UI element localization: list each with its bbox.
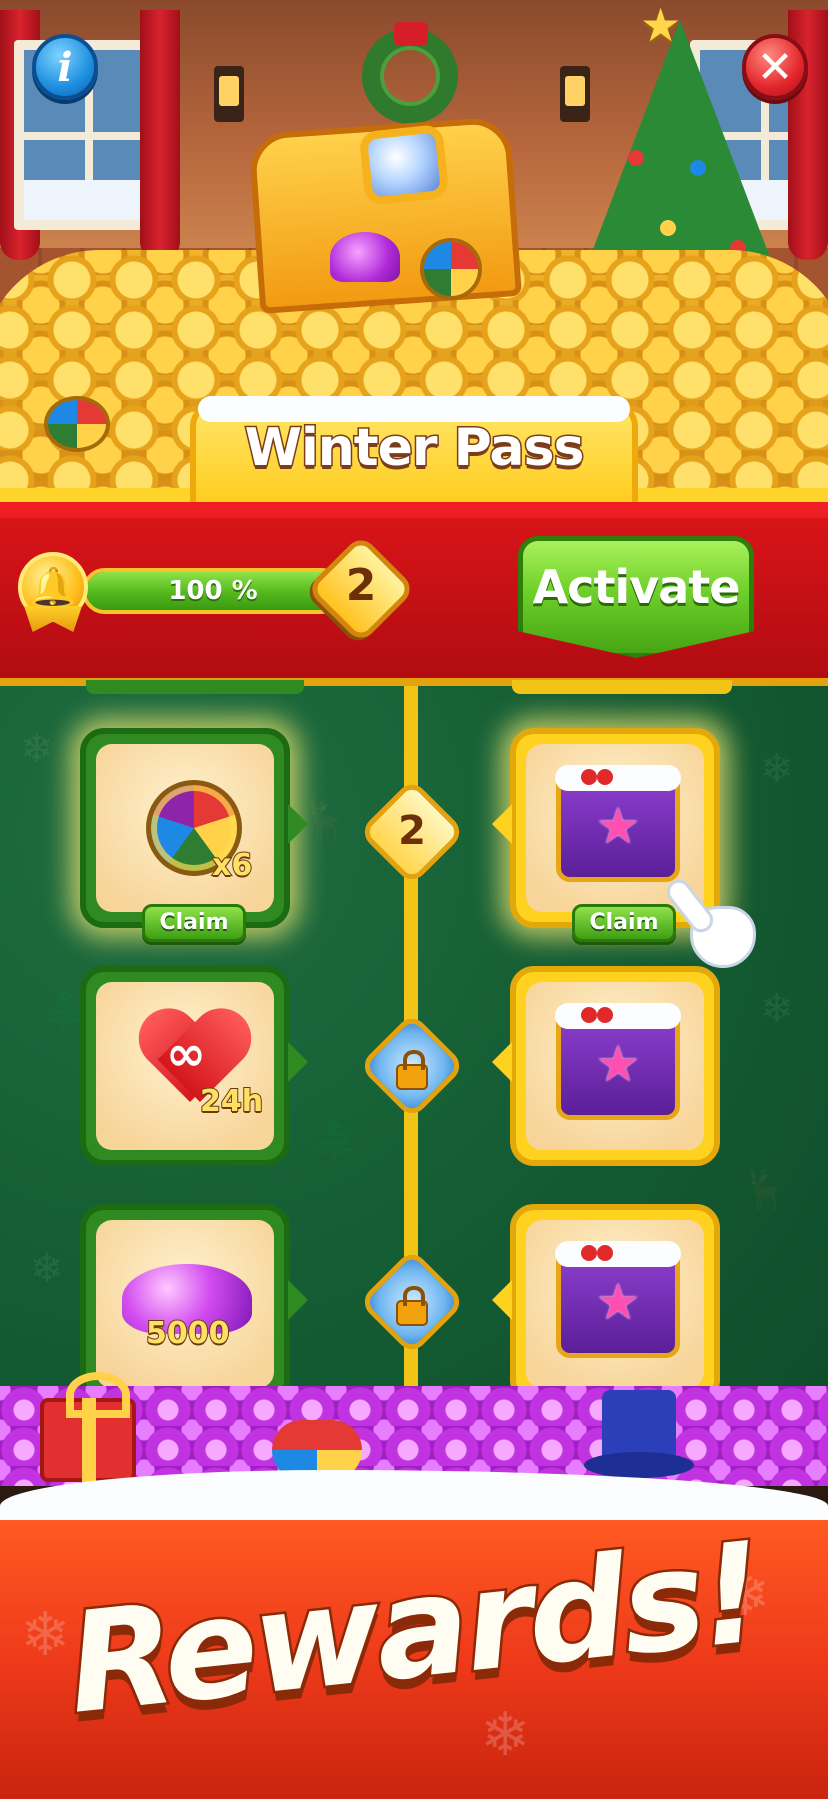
claim-free-reward-button[interactable]: Claim — [142, 904, 246, 942]
ornament-icon — [660, 220, 676, 236]
pointing-hand-icon — [662, 874, 760, 972]
wall-lamp-icon — [214, 66, 244, 122]
gems-icon — [330, 232, 400, 282]
claim-premium-reward-button[interactable]: Claim — [572, 904, 676, 942]
ornament-icon — [628, 150, 644, 166]
level-node-label: 2 — [398, 808, 426, 854]
previous-free-card-edge — [86, 680, 304, 694]
gift-box-icon — [40, 1372, 136, 1482]
close-button[interactable]: ✕ — [742, 34, 808, 100]
reward-amount: 24h — [199, 1083, 264, 1120]
previous-premium-card-edge — [512, 680, 732, 694]
ornament-icon — [690, 160, 706, 176]
lock-icon — [396, 1286, 428, 1326]
page-title: Winter Pass — [243, 417, 586, 480]
infinity-icon: ∞ — [166, 1026, 206, 1082]
pass-progress-label: 100 % — [168, 576, 258, 606]
magic-hat-icon — [584, 1390, 694, 1482]
info-button[interactable]: i — [32, 34, 98, 100]
reward-amount: x6 — [211, 847, 253, 884]
treasure-chest-icon: ★ — [555, 1003, 681, 1120]
color-ball-icon — [44, 396, 110, 452]
pass-level-number: 2 — [345, 560, 377, 611]
lock-icon — [396, 1050, 428, 1090]
curtain — [140, 10, 180, 260]
treasure-chest-icon: ★ — [555, 765, 681, 882]
color-ball-icon — [420, 238, 482, 300]
wreath-bow-icon — [394, 22, 428, 46]
reward-amount: 5000 — [145, 1315, 230, 1352]
chest-diamond-icon — [358, 123, 450, 207]
treasure-chest-icon: ★ — [555, 1241, 681, 1358]
tree-star-icon: ★ — [640, 0, 682, 52]
